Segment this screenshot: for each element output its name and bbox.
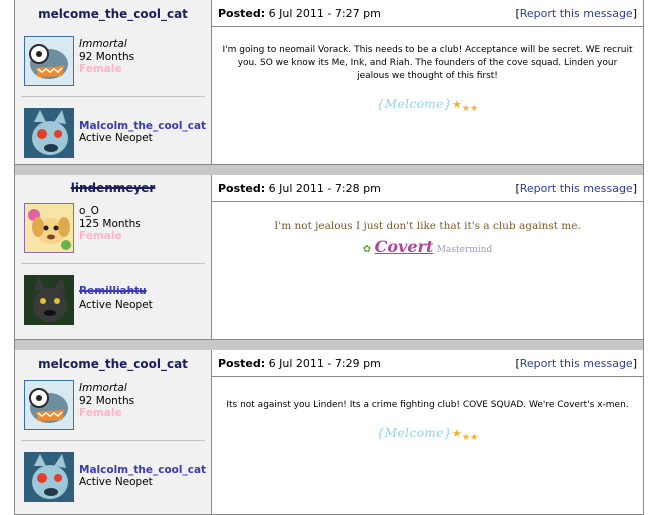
- pet-status: Active Neopet: [79, 476, 153, 488]
- author-title: o_O: [79, 205, 99, 217]
- shark-avatar-icon[interactable]: [23, 35, 75, 87]
- message-body: I'm going to neomail Vorack. This needs …: [212, 44, 643, 114]
- pet-name-link[interactable]: Remilliahtu: [79, 285, 147, 297]
- post-separator: [14, 340, 644, 350]
- author-months: 92 Months: [79, 394, 135, 407]
- pet-name-link[interactable]: Malcolm_the_cool_cat: [79, 120, 206, 132]
- star-sparkle-icon: ★★★: [452, 98, 479, 115]
- shark-avatar-icon[interactable]: [23, 379, 75, 431]
- post-3: melcome_the_cool_cat Immortal 92 Months …: [14, 350, 644, 515]
- post-header: Posted: 6 Jul 2011 - 7:27 pm [Report thi…: [212, 0, 643, 27]
- author-username[interactable]: melcome_the_cool_cat: [15, 7, 211, 21]
- author-panel: lindenmeyer o_O 125 Months Female Remill…: [15, 175, 212, 339]
- author-gender: Female: [79, 407, 122, 419]
- report-link[interactable]: [Report this message]: [515, 182, 637, 195]
- report-link[interactable]: [Report this message]: [515, 7, 637, 20]
- author-months: 92 Months: [79, 50, 135, 63]
- divider: [21, 263, 205, 264]
- flower-icon: ✿: [362, 244, 372, 255]
- dog-avatar-icon[interactable]: [23, 202, 75, 254]
- pet-status: Active Neopet: [79, 132, 153, 144]
- message-text: I'm going to neomail Vorack. This needs …: [222, 45, 633, 81]
- post-header: Posted: 6 Jul 2011 - 7:28 pm [Report thi…: [212, 175, 643, 202]
- pet-name-link[interactable]: Malcolm_the_cool_cat: [79, 464, 206, 476]
- posted-info: Posted: 6 Jul 2011 - 7:28 pm: [218, 182, 381, 195]
- message-body: Its not against you Linden! Its a crime …: [212, 399, 643, 443]
- author-title: Immortal: [79, 38, 127, 50]
- author-panel: melcome_the_cool_cat Immortal 92 Months …: [15, 0, 212, 164]
- message-text: I'm not jealous I just don't like that i…: [274, 220, 581, 232]
- author-gender: Female: [79, 230, 122, 242]
- signature: {Melcome}★★★: [376, 426, 479, 444]
- pet-status: Active Neopet: [79, 299, 153, 311]
- signature: {Melcome}★★★: [376, 97, 479, 115]
- posted-info: Posted: 6 Jul 2011 - 7:27 pm: [218, 7, 381, 20]
- message-text: Its not against you Linden! Its a crime …: [226, 400, 629, 410]
- author-title: Immortal: [79, 382, 127, 394]
- author-username[interactable]: lindenmeyer: [15, 181, 211, 195]
- message-board: melcome_the_cool_cat Immortal 92 Months …: [14, 0, 644, 515]
- post-2: lindenmeyer o_O 125 Months Female Remill…: [14, 175, 644, 340]
- author-panel: melcome_the_cool_cat Immortal 92 Months …: [15, 350, 212, 514]
- message-body: I'm not jealous I just don't like that i…: [212, 220, 643, 256]
- post-header: Posted: 6 Jul 2011 - 7:29 pm [Report thi…: [212, 350, 643, 377]
- wolf-pet-icon[interactable]: [24, 108, 74, 158]
- signature: ✿ Covert Mastermind: [362, 237, 493, 256]
- wolf-pet-icon[interactable]: [24, 452, 74, 502]
- divider: [21, 440, 205, 441]
- wolf-pet-icon[interactable]: [24, 275, 74, 325]
- divider: [21, 96, 205, 97]
- post-1: melcome_the_cool_cat Immortal 92 Months …: [14, 0, 644, 165]
- author-months: 125 Months: [79, 217, 141, 230]
- author-username[interactable]: melcome_the_cool_cat: [15, 357, 211, 371]
- author-gender: Female: [79, 63, 122, 75]
- star-sparkle-icon: ★★★: [452, 427, 479, 444]
- report-link[interactable]: [Report this message]: [515, 357, 637, 370]
- posted-info: Posted: 6 Jul 2011 - 7:29 pm: [218, 357, 381, 370]
- post-separator: [14, 165, 644, 175]
